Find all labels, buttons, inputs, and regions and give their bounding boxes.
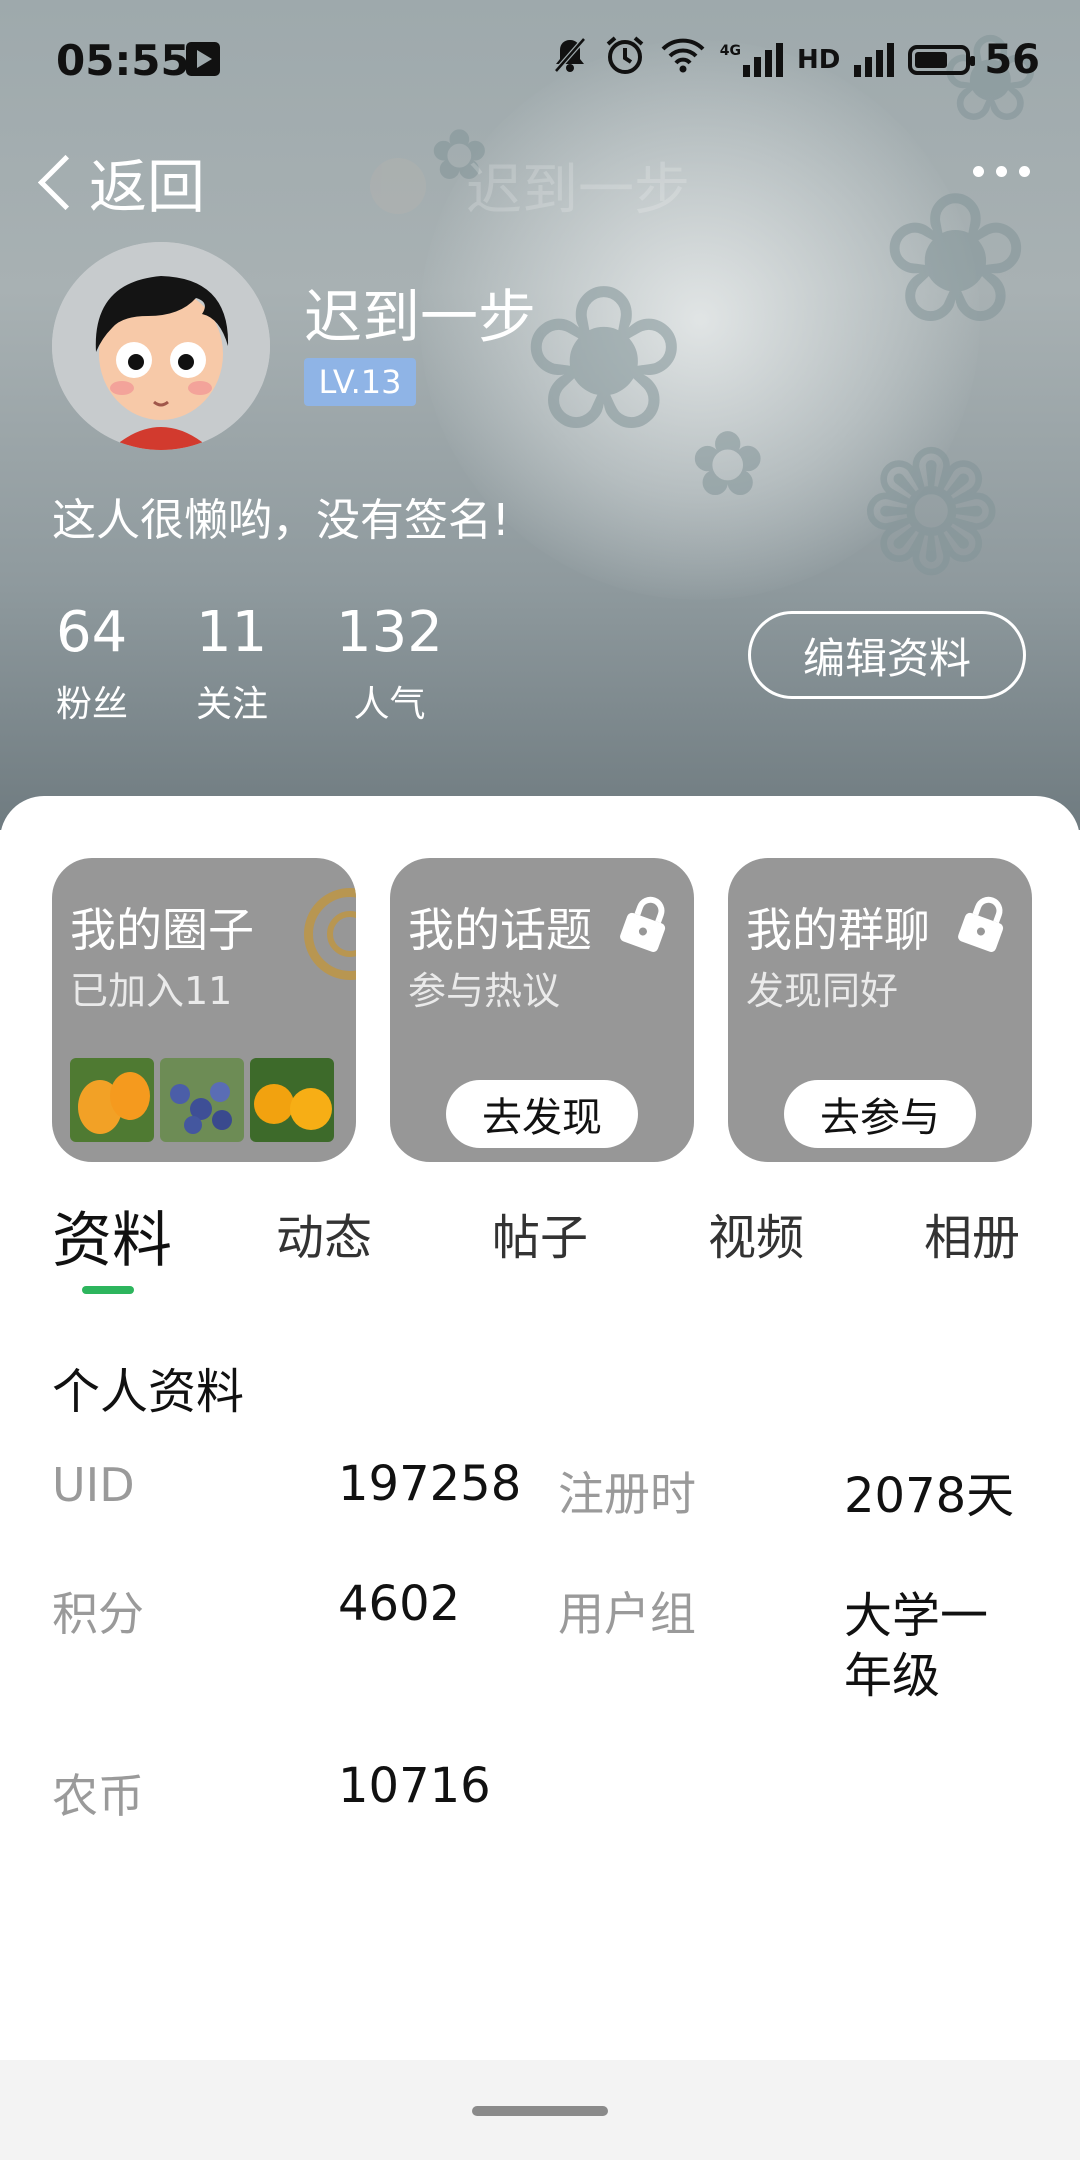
coins-label: 农币 bbox=[52, 1769, 144, 1823]
lock-icon bbox=[620, 896, 666, 952]
participate-button[interactable]: 去参与 bbox=[784, 1080, 976, 1148]
flower-decoration: ✿ bbox=[690, 412, 766, 517]
my-topics-card[interactable]: 我的话题 参与热议 去发现 bbox=[390, 858, 694, 1162]
hd-icon: HD bbox=[796, 44, 841, 75]
back-button[interactable]: 返回 bbox=[32, 140, 205, 224]
circle-thumbnails bbox=[70, 1058, 334, 1142]
stat-label: 粉丝 bbox=[56, 684, 129, 725]
tab-posts[interactable]: 帖子 bbox=[492, 1198, 588, 1268]
coins-value: 10716 bbox=[338, 1758, 491, 1814]
more-dot-icon bbox=[1019, 166, 1030, 177]
registration-label: 注册时 bbox=[558, 1467, 696, 1521]
status-time: 05:55 bbox=[56, 36, 190, 85]
avatar[interactable] bbox=[52, 242, 270, 450]
more-menu-button[interactable] bbox=[973, 166, 1030, 177]
chevron-left-icon bbox=[37, 154, 94, 210]
stat-label: 人气 bbox=[353, 684, 426, 725]
stat-value: 132 bbox=[336, 600, 443, 665]
card-title: 我的圈子 bbox=[70, 903, 254, 957]
more-dot-icon bbox=[973, 166, 984, 177]
loquat-thumbnail bbox=[70, 1058, 154, 1142]
battery-percentage: 56 bbox=[984, 36, 1040, 83]
card-subtitle: 发现同好 bbox=[746, 969, 899, 1013]
cartoon-avatar-illustration bbox=[52, 242, 270, 450]
back-label: 返回 bbox=[89, 153, 206, 221]
stat-following[interactable]: 11 关注 bbox=[196, 600, 268, 727]
points-value: 4602 bbox=[338, 1576, 461, 1632]
tab-profile-info[interactable]: 资料 bbox=[52, 1192, 172, 1279]
level-badge: LV.13 bbox=[304, 358, 416, 406]
my-circles-card[interactable]: 我的圈子 已加入11 bbox=[52, 858, 356, 1162]
orange-thumbnail bbox=[250, 1058, 334, 1142]
lock-icon bbox=[958, 896, 1004, 952]
flower-decoration: ❀ bbox=[520, 243, 688, 476]
wifi-icon bbox=[660, 37, 706, 82]
flower-decoration: ❁ bbox=[860, 416, 1003, 614]
signature-text: 这人很懒哟，没有签名! bbox=[52, 495, 510, 546]
username: 迟到一步 bbox=[304, 283, 537, 351]
media-play-icon bbox=[186, 42, 220, 76]
tab-albums[interactable]: 相册 bbox=[924, 1198, 1020, 1268]
card-subtitle: 已加入11 bbox=[70, 969, 233, 1013]
stat-label: 关注 bbox=[196, 684, 269, 725]
mini-avatar bbox=[370, 157, 426, 214]
user-group-label: 用户组 bbox=[558, 1587, 696, 1641]
card-subtitle: 参与热议 bbox=[408, 969, 561, 1013]
section-title: 个人资料 bbox=[52, 1364, 245, 1420]
card-title: 我的话题 bbox=[408, 903, 592, 957]
blueberry-thumbnail bbox=[160, 1058, 244, 1142]
more-dot-icon bbox=[996, 166, 1007, 177]
card-title: 我的群聊 bbox=[746, 903, 930, 957]
tab-activity[interactable]: 动态 bbox=[276, 1198, 372, 1268]
stat-fans[interactable]: 64 粉丝 bbox=[56, 600, 128, 727]
status-icons: 4G HD 56 bbox=[550, 34, 1040, 85]
home-indicator[interactable] bbox=[472, 2106, 608, 2116]
alarm-icon bbox=[604, 34, 646, 85]
collapsed-title: 迟到一步 bbox=[370, 145, 690, 226]
stat-popularity[interactable]: 132 人气 bbox=[336, 600, 443, 727]
discover-button[interactable]: 去发现 bbox=[446, 1080, 638, 1148]
collapsed-title-text: 迟到一步 bbox=[466, 158, 690, 223]
user-group-value-line2: 年级 bbox=[844, 1648, 941, 1704]
flower-decoration: ❀ bbox=[880, 155, 1031, 364]
circle-logo-icon bbox=[304, 888, 356, 980]
registration-value: 2078天 bbox=[844, 1468, 1015, 1524]
tab-videos[interactable]: 视频 bbox=[708, 1198, 804, 1268]
status-bar: 05:55 4G HD 56 bbox=[0, 0, 1080, 120]
signal-strength-icon bbox=[854, 42, 895, 77]
points-label: 积分 bbox=[52, 1587, 144, 1641]
edit-profile-button[interactable]: 编辑资料 bbox=[748, 611, 1026, 699]
mute-bell-icon bbox=[550, 35, 590, 84]
uid-value: 197258 bbox=[338, 1456, 522, 1512]
battery-icon bbox=[908, 44, 976, 75]
my-group-chats-card[interactable]: 我的群聊 发现同好 去参与 bbox=[728, 858, 1032, 1162]
uid-label: UID bbox=[52, 1458, 135, 1512]
stat-value: 11 bbox=[196, 600, 268, 665]
mobile-data-4g-icon: 4G bbox=[719, 42, 783, 77]
system-navigation-bar bbox=[0, 2060, 1080, 2160]
stat-value: 64 bbox=[56, 600, 128, 665]
network-type-label: 4G bbox=[719, 42, 741, 59]
active-tab-indicator bbox=[82, 1286, 134, 1294]
